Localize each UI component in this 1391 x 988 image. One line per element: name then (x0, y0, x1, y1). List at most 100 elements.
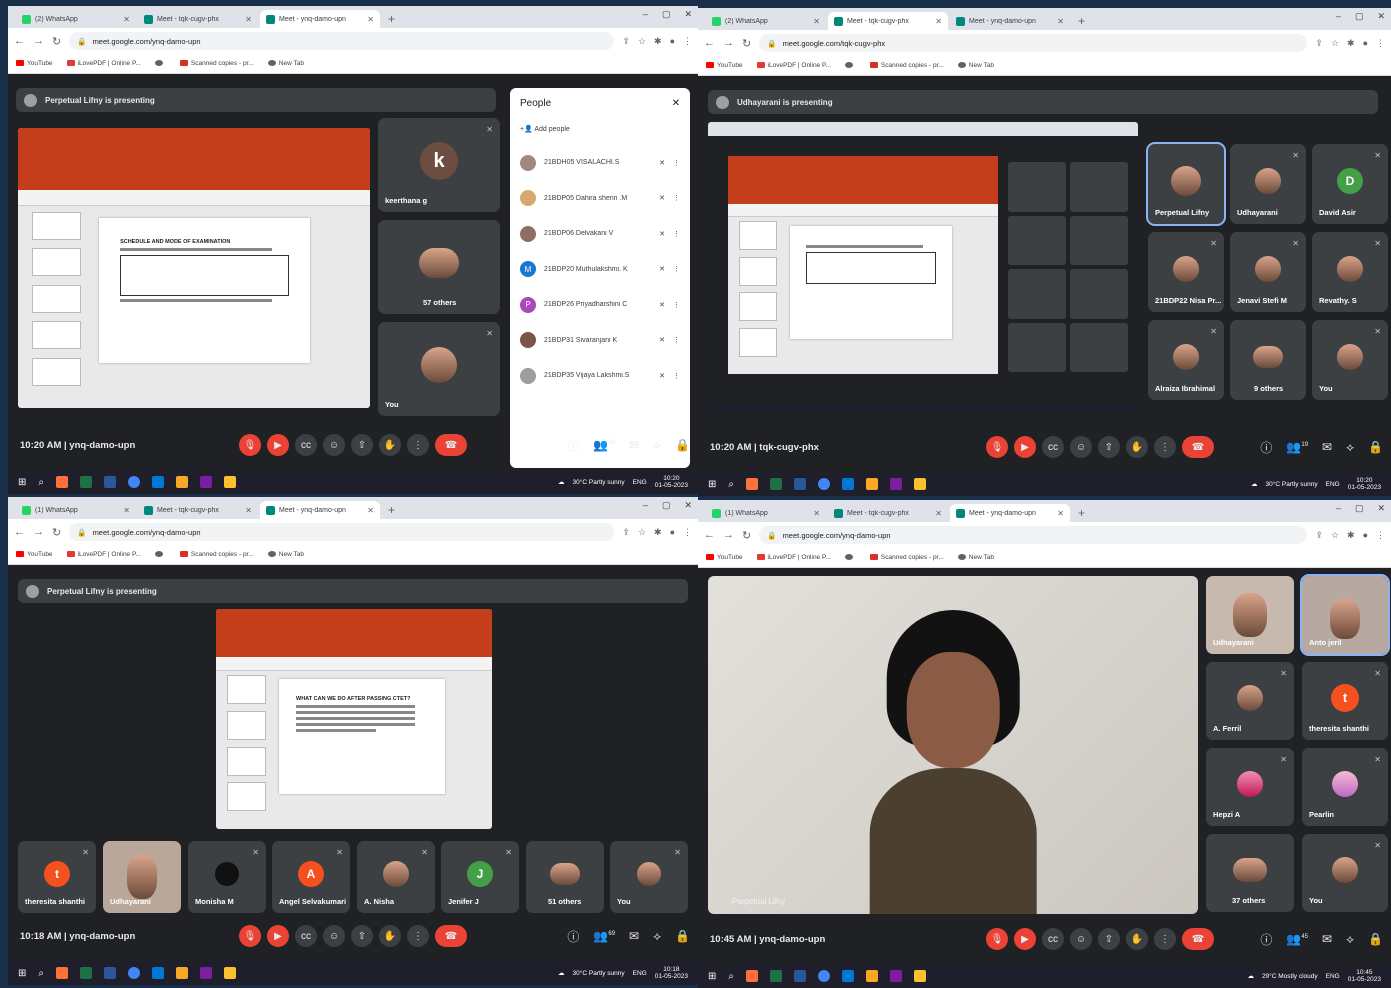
forward-icon[interactable]: → (33, 526, 44, 538)
profile-icon[interactable]: ● (1363, 530, 1368, 541)
participant-row[interactable]: 21BDP31 Sivaranjani K ✕ ⋮ (520, 323, 680, 359)
raise-hand-button[interactable]: ✋ (1125, 928, 1148, 950)
present-button[interactable]: ⇧ (351, 434, 373, 456)
menu-icon[interactable]: ⋮ (1376, 530, 1385, 541)
extensions-icon[interactable]: ✱ (654, 527, 662, 538)
host-controls-icon[interactable]: 🔒 (1368, 932, 1383, 946)
new-tab-button[interactable]: + (1078, 14, 1085, 28)
windows-start-icon[interactable]: ⊞ (708, 479, 716, 490)
firefox-icon[interactable] (746, 478, 758, 490)
participant-tile[interactable]: ✕ A. Nisha (357, 841, 435, 913)
chat-icon[interactable]: ✉ (629, 438, 639, 452)
people-icon[interactable]: 👥60 (593, 438, 615, 452)
menu-icon[interactable]: ⋮ (683, 36, 692, 47)
reload-icon[interactable]: ↻ (742, 37, 751, 50)
participant-tile[interactable]: Udhayarani (1206, 576, 1294, 654)
chrome-icon[interactable] (818, 478, 830, 490)
app-icon[interactable] (152, 967, 164, 979)
close-icon[interactable]: ✕ (367, 506, 374, 515)
tab-meet-1[interactable]: Meet - tqk-cugv-phx ✕ (138, 501, 258, 519)
tab-meet-2[interactable]: Meet - ynq-damo-upn ✕ (950, 12, 1070, 30)
bookmark-ilovepdf[interactable]: iLovePDF | Online P... (66, 60, 141, 67)
participant-tile[interactable]: ✕ Hepzi A (1206, 748, 1294, 826)
participant-tile[interactable]: t ✕ theresita shanthi (18, 841, 96, 913)
participant-row[interactable]: 21BDP35 Vijaya Lakshmi.S ✕ ⋮ (520, 358, 680, 394)
close-icon[interactable]: ✕ (935, 509, 942, 518)
minimize-icon[interactable]: – (1336, 11, 1341, 22)
bookmark-gmail[interactable]: Scanned copies - pr... (869, 554, 944, 561)
participant-tile[interactable]: k ✕ keerthana g (378, 118, 500, 212)
tab-meet-2[interactable]: Meet - ynq-damo-upn ✕ (950, 504, 1070, 522)
participant-tile[interactable]: 9 others (1230, 320, 1306, 400)
chrome-icon[interactable] (818, 970, 830, 982)
close-icon[interactable]: ✕ (367, 15, 374, 24)
participant-tile[interactable]: ✕ You (1312, 320, 1388, 400)
app-icon[interactable] (152, 476, 164, 488)
participant-tile[interactable]: ✕ A. Ferril (1206, 662, 1294, 740)
host-controls-icon[interactable]: 🔒 (675, 438, 690, 452)
url-input[interactable]: 🔒 meet.google.com/ynq-damo-upn (759, 526, 1308, 544)
tab-meet-2[interactable]: Meet - ynq-damo-upn ✕ (260, 10, 380, 28)
reload-icon[interactable]: ↻ (52, 526, 61, 539)
tab-whatsapp[interactable]: (2) WhatsApp ✕ (16, 10, 136, 28)
app-icon[interactable] (866, 970, 878, 982)
app-icon[interactable] (866, 478, 878, 490)
participant-tile[interactable]: 37 others (1206, 834, 1294, 912)
search-icon[interactable]: ⌕ (728, 971, 734, 982)
back-icon[interactable]: ← (704, 529, 715, 541)
people-icon[interactable]: 👥19 (1286, 440, 1308, 454)
emoji-button[interactable]: ☺ (1069, 928, 1092, 950)
extensions-icon[interactable]: ✱ (1347, 38, 1355, 49)
excel-icon[interactable] (770, 970, 782, 982)
close-icon[interactable]: ✕ (935, 17, 942, 26)
share-icon[interactable]: ⇪ (622, 527, 630, 538)
more-icon[interactable]: ⋮ (673, 265, 680, 273)
participant-tile[interactable]: ✕ You (1302, 834, 1388, 912)
end-call-button[interactable]: ☎ (1181, 928, 1214, 950)
participant-row[interactable]: 21BDP05 Dahira sherin .M ✕ ⋮ (520, 181, 680, 217)
more-options-button[interactable]: ⋮ (407, 434, 429, 456)
url-input[interactable]: 🔒 meet.google.com/ynq-damo-upn (69, 523, 615, 541)
profile-icon[interactable]: ● (1363, 38, 1368, 49)
chat-icon[interactable]: ✉ (629, 929, 639, 943)
participant-tile[interactable]: ✕ Jenavi Stefi M (1230, 232, 1306, 312)
more-icon[interactable]: ⋮ (673, 159, 680, 167)
minimize-icon[interactable]: – (643, 9, 648, 20)
bookmark-globe[interactable] (844, 554, 856, 561)
more-options-button[interactable]: ⋮ (407, 925, 429, 947)
more-icon[interactable]: ⋮ (673, 194, 680, 202)
raise-hand-button[interactable]: ✋ (379, 434, 401, 456)
participant-tile[interactable]: 51 others (526, 841, 604, 913)
close-icon[interactable]: ✕ (245, 15, 252, 24)
bookmark-ilovepdf[interactable]: iLovePDF | Online P... (756, 62, 831, 69)
participant-tile[interactable]: ✕ Alraiza Ibrahimal (1148, 320, 1224, 400)
forward-icon[interactable]: → (33, 35, 44, 47)
forward-icon[interactable]: → (723, 529, 734, 541)
bookmark-ilovepdf[interactable]: iLovePDF | Online P... (66, 551, 141, 558)
bookmark-globe[interactable] (154, 60, 166, 67)
firefox-icon[interactable] (56, 476, 68, 488)
file-explorer-icon[interactable] (914, 970, 926, 982)
camera-button[interactable]: ▶ (267, 925, 289, 947)
end-call-button[interactable]: ☎ (435, 925, 467, 947)
participant-tile[interactable]: ✕ Monisha M (188, 841, 266, 913)
minimize-icon[interactable]: – (643, 500, 648, 511)
minimize-icon[interactable]: – (1336, 503, 1341, 514)
more-options-button[interactable]: ⋮ (1153, 436, 1176, 458)
word-icon[interactable] (104, 967, 116, 979)
reload-icon[interactable]: ↻ (742, 529, 751, 542)
present-button[interactable]: ⇧ (1097, 928, 1120, 950)
more-icon[interactable]: ⋮ (673, 301, 680, 309)
close-window-icon[interactable]: ✕ (1377, 503, 1385, 514)
chrome-icon[interactable] (128, 967, 140, 979)
close-icon[interactable]: ✕ (245, 506, 252, 515)
emoji-button[interactable]: ☺ (323, 925, 345, 947)
maximize-icon[interactable]: ▢ (1355, 503, 1364, 514)
close-icon[interactable]: ✕ (1057, 509, 1064, 518)
activities-icon[interactable]: ⟡ (1346, 440, 1354, 455)
mic-button[interactable]: 🎙 (239, 434, 261, 456)
more-icon[interactable]: ⋮ (673, 230, 680, 238)
close-window-icon[interactable]: ✕ (1377, 11, 1385, 22)
more-options-button[interactable]: ⋮ (1153, 928, 1176, 950)
excel-icon[interactable] (770, 478, 782, 490)
